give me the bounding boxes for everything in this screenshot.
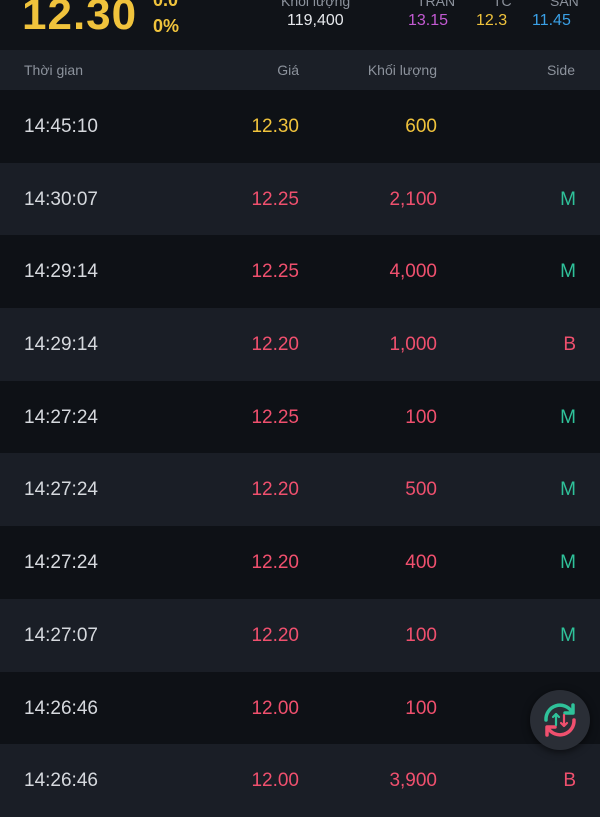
trade-volume: 4,000 bbox=[389, 261, 437, 283]
trade-price: 12.00 bbox=[251, 770, 299, 792]
column-header-volume: Khối lượng bbox=[367, 62, 437, 78]
floor-label: SÀN bbox=[550, 0, 579, 9]
trade-volume: 100 bbox=[405, 406, 437, 428]
trade-price: 12.20 bbox=[251, 552, 299, 574]
trade-volume: 2,100 bbox=[389, 188, 437, 210]
trade-row: 14:29:14 12.20 1,000 B bbox=[0, 308, 600, 381]
trade-time: 14:45:10 bbox=[24, 116, 98, 137]
trade-volume: 100 bbox=[405, 697, 437, 719]
trade-side: M bbox=[560, 261, 576, 283]
trade-row: 14:26:46 12.00 3,900 B bbox=[0, 744, 600, 817]
trade-row: 14:27:24 12.20 500 M bbox=[0, 453, 600, 527]
trade-time: 14:26:46 bbox=[24, 770, 98, 792]
trade-price: 12.25 bbox=[251, 261, 299, 283]
price-change: 0.0 bbox=[153, 0, 179, 10]
price-change-percent: 0% bbox=[153, 16, 180, 36]
trade-time: 14:27:24 bbox=[24, 406, 98, 428]
trade-time: 14:27:24 bbox=[24, 552, 98, 574]
trade-side: M bbox=[560, 479, 576, 501]
trade-volume: 600 bbox=[405, 116, 437, 137]
trade-row: 14:30:07 12.25 2,100 M bbox=[0, 162, 600, 236]
trade-row: 14:27:07 12.20 100 M bbox=[0, 598, 600, 672]
ceiling-value: 13.15 bbox=[408, 12, 449, 29]
trade-volume: 500 bbox=[405, 479, 437, 501]
trade-row: 14:27:24 12.25 100 M bbox=[0, 380, 600, 454]
last-price: 12.30 bbox=[22, 0, 138, 39]
trade-time: 14:27:24 bbox=[24, 479, 98, 501]
trade-side: B bbox=[563, 334, 576, 356]
column-header-price: Giá bbox=[277, 62, 299, 78]
trade-row: 14:45:10 12.30 600 bbox=[0, 90, 600, 163]
trade-price: 12.25 bbox=[251, 406, 299, 428]
total-volume-value: 119,400 bbox=[287, 12, 344, 29]
trade-side: B bbox=[563, 770, 576, 792]
trade-volume: 400 bbox=[405, 552, 437, 574]
trade-price: 12.00 bbox=[251, 697, 299, 719]
trade-time: 14:27:07 bbox=[24, 624, 98, 646]
floor-value: 11.45 bbox=[532, 12, 571, 29]
trade-price: 12.20 bbox=[251, 624, 299, 646]
trade-time: 14:26:46 bbox=[24, 697, 98, 719]
ceiling-label: TRẦN bbox=[417, 0, 456, 9]
total-volume-label: Khối lượng bbox=[281, 0, 351, 9]
trade-price: 12.20 bbox=[251, 334, 299, 356]
column-header-side: Side bbox=[546, 62, 575, 78]
reference-label: TC bbox=[493, 0, 512, 9]
trade-price: 12.30 bbox=[251, 116, 299, 137]
trades-list[interactable]: 14:45:10 12.30 600 14:30:07 12.25 2,100 M 14:29… bbox=[0, 90, 600, 817]
quote-summary: 12.30 0.0 0% Khối lượng 119,400 TRẦN 13.… bbox=[0, 0, 600, 50]
refresh-arrows-icon bbox=[544, 703, 576, 737]
trade-volume: 3,900 bbox=[389, 770, 437, 792]
trade-row: 14:29:14 12.25 4,000 M bbox=[0, 235, 600, 309]
trade-price: 12.20 bbox=[251, 479, 299, 501]
trade-time: 14:30:07 bbox=[24, 188, 98, 210]
trade-volume: 1,000 bbox=[389, 334, 437, 356]
trade-side: M bbox=[560, 624, 576, 646]
trade-side: M bbox=[560, 406, 576, 428]
trade-row: 14:26:46 12.00 100 bbox=[0, 671, 600, 745]
trade-volume: 100 bbox=[405, 624, 437, 646]
trade-time: 14:29:14 bbox=[24, 334, 98, 356]
column-header-time: Thời gian bbox=[24, 62, 83, 78]
reference-value: 12.3 bbox=[476, 12, 508, 29]
trade-row: 14:27:24 12.20 400 M bbox=[0, 526, 600, 599]
refresh-button[interactable] bbox=[530, 690, 590, 750]
trade-price: 12.25 bbox=[251, 188, 299, 210]
trades-table-header: Thời gian Giá Khối lượng Side bbox=[0, 50, 600, 90]
trade-time: 14:29:14 bbox=[24, 261, 98, 283]
trade-side: M bbox=[560, 552, 576, 574]
trade-side: M bbox=[560, 188, 576, 210]
